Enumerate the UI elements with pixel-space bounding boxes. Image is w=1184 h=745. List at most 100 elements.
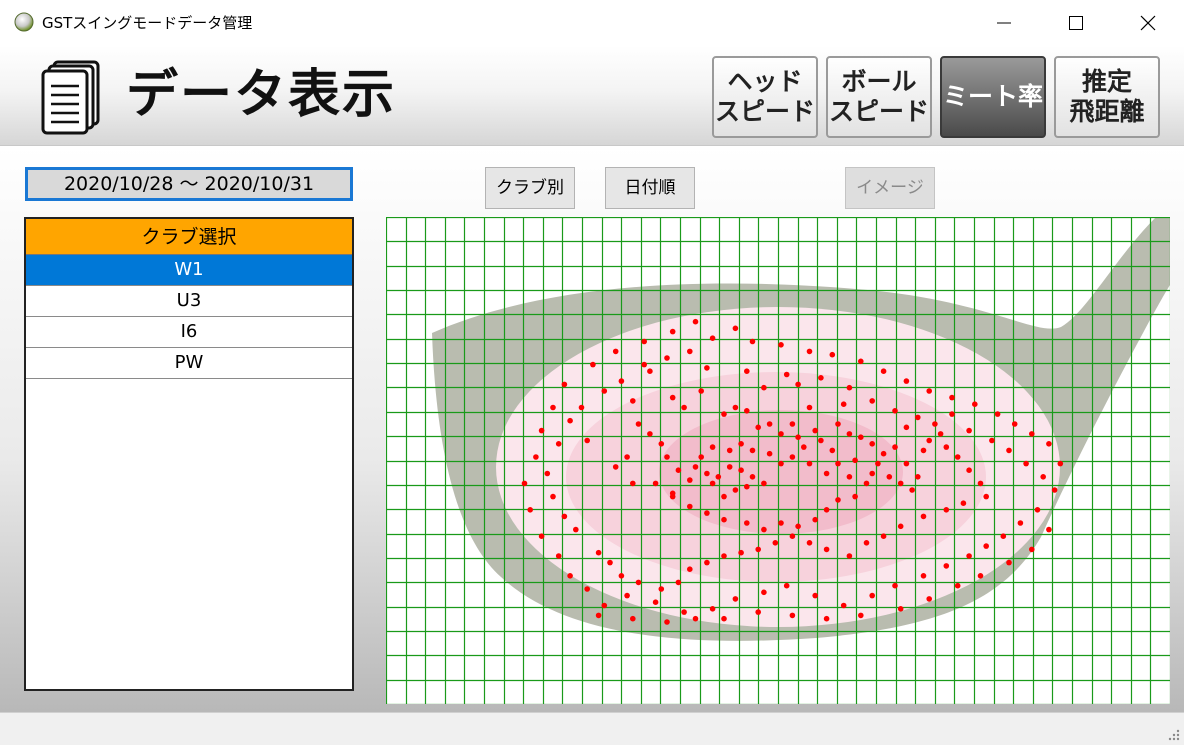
impact-point xyxy=(704,470,710,477)
impact-point xyxy=(920,573,927,579)
impact-point xyxy=(869,441,875,447)
header: データ表示 ヘッド スピード ボール スピード ミート率 推定 飛距離 xyxy=(0,46,1184,146)
impact-point xyxy=(897,480,904,487)
impact-point xyxy=(618,378,625,384)
impact-point xyxy=(812,516,818,523)
impact-point xyxy=(858,434,864,440)
impact-point xyxy=(749,447,756,454)
impact-point xyxy=(766,450,773,457)
sort-by-club-button[interactable]: クラブ別 xyxy=(485,167,575,209)
impact-point xyxy=(669,328,676,335)
impact-point xyxy=(761,526,767,533)
impact-point xyxy=(972,401,978,407)
impact-point xyxy=(681,609,687,615)
impact-point xyxy=(932,421,938,427)
impact-point xyxy=(630,615,636,622)
impact-point xyxy=(595,612,602,619)
impact-point xyxy=(652,599,659,605)
impact-point xyxy=(709,444,716,450)
impact-point xyxy=(721,411,727,417)
impact-point xyxy=(635,579,642,586)
impact-point xyxy=(926,388,932,394)
image-button[interactable]: イメージ xyxy=(845,167,935,209)
impact-point xyxy=(977,480,984,487)
impact-point xyxy=(915,474,921,480)
date-range-field[interactable]: 2020/10/28 ～ 2020/10/31 xyxy=(25,167,353,201)
impact-point xyxy=(943,563,950,569)
impact-point xyxy=(744,368,750,374)
impact-point xyxy=(915,414,921,421)
smash-factor-button[interactable]: ミート率 xyxy=(940,56,1046,138)
impact-point xyxy=(783,582,790,589)
impact-point xyxy=(687,503,693,510)
impact-point xyxy=(829,447,836,454)
impact-point xyxy=(721,516,727,523)
impact-point xyxy=(949,394,955,401)
impact-point xyxy=(704,365,710,371)
impact-point xyxy=(715,474,722,480)
impact-point xyxy=(960,500,967,507)
impact-point xyxy=(846,431,853,437)
impact-point xyxy=(618,573,625,579)
impact-point xyxy=(698,388,704,394)
sort-by-date-button[interactable]: 日付順 xyxy=(605,167,695,209)
impact-point xyxy=(573,526,579,533)
impact-point xyxy=(641,338,647,345)
impact-point xyxy=(812,427,818,434)
impact-point xyxy=(1029,546,1035,553)
close-button[interactable] xyxy=(1112,0,1184,46)
impact-point xyxy=(897,523,904,530)
ball-speed-button[interactable]: ボール スピード xyxy=(826,56,932,138)
impact-point xyxy=(692,464,699,470)
impact-point xyxy=(687,566,693,572)
impact-point xyxy=(869,592,875,599)
impact-point xyxy=(1051,487,1058,493)
status-bar xyxy=(0,712,1184,745)
impact-point xyxy=(561,381,568,388)
impact-point xyxy=(1057,460,1064,467)
impact-point xyxy=(709,480,716,487)
impact-point xyxy=(601,602,608,609)
impact-point xyxy=(989,437,995,444)
impact-point xyxy=(926,596,932,602)
maximize-button[interactable] xyxy=(1040,0,1112,46)
golf-ball-icon xyxy=(14,12,34,32)
impact-point xyxy=(726,447,733,454)
impact-point xyxy=(738,441,744,447)
impact-point xyxy=(772,540,779,546)
resize-grip-icon[interactable] xyxy=(1166,727,1180,741)
impact-point xyxy=(744,483,750,490)
club-item-pw[interactable]: PW xyxy=(26,348,352,379)
impact-point xyxy=(749,474,756,480)
club-item-u3[interactable]: U3 xyxy=(26,286,352,317)
impact-point xyxy=(555,441,562,447)
estimated-distance-button[interactable]: 推定 飛距離 xyxy=(1054,56,1160,138)
club-item-w1[interactable]: W1 xyxy=(26,255,352,286)
impact-point xyxy=(744,408,750,414)
page-title: データ表示 xyxy=(126,65,397,125)
minimize-button[interactable] xyxy=(968,0,1040,46)
impact-point xyxy=(795,523,801,530)
impact-point xyxy=(761,589,767,596)
impact-point xyxy=(783,371,790,378)
impact-point xyxy=(709,606,716,612)
impact-point xyxy=(1046,441,1052,447)
club-item-i6[interactable]: I6 xyxy=(26,317,352,348)
impact-point xyxy=(892,444,898,450)
impact-point xyxy=(1046,526,1052,533)
impact-point xyxy=(732,404,739,411)
impact-point xyxy=(721,493,727,500)
impact-point xyxy=(903,378,910,384)
impact-point xyxy=(766,421,773,427)
club-list-header: クラブ選択 xyxy=(26,219,352,255)
impact-point xyxy=(635,421,642,427)
impact-point xyxy=(954,454,961,460)
impact-point xyxy=(732,596,739,602)
head-speed-button[interactable]: ヘッド スピード xyxy=(712,56,818,138)
impact-point xyxy=(726,464,733,470)
impact-point xyxy=(920,513,927,520)
impact-point xyxy=(624,454,630,460)
impact-point xyxy=(903,460,910,467)
main-area: 2020/10/28 ～ 2020/10/31 クラブ別 日付順 イメージ クラ… xyxy=(0,147,1184,712)
impact-point xyxy=(863,540,870,546)
